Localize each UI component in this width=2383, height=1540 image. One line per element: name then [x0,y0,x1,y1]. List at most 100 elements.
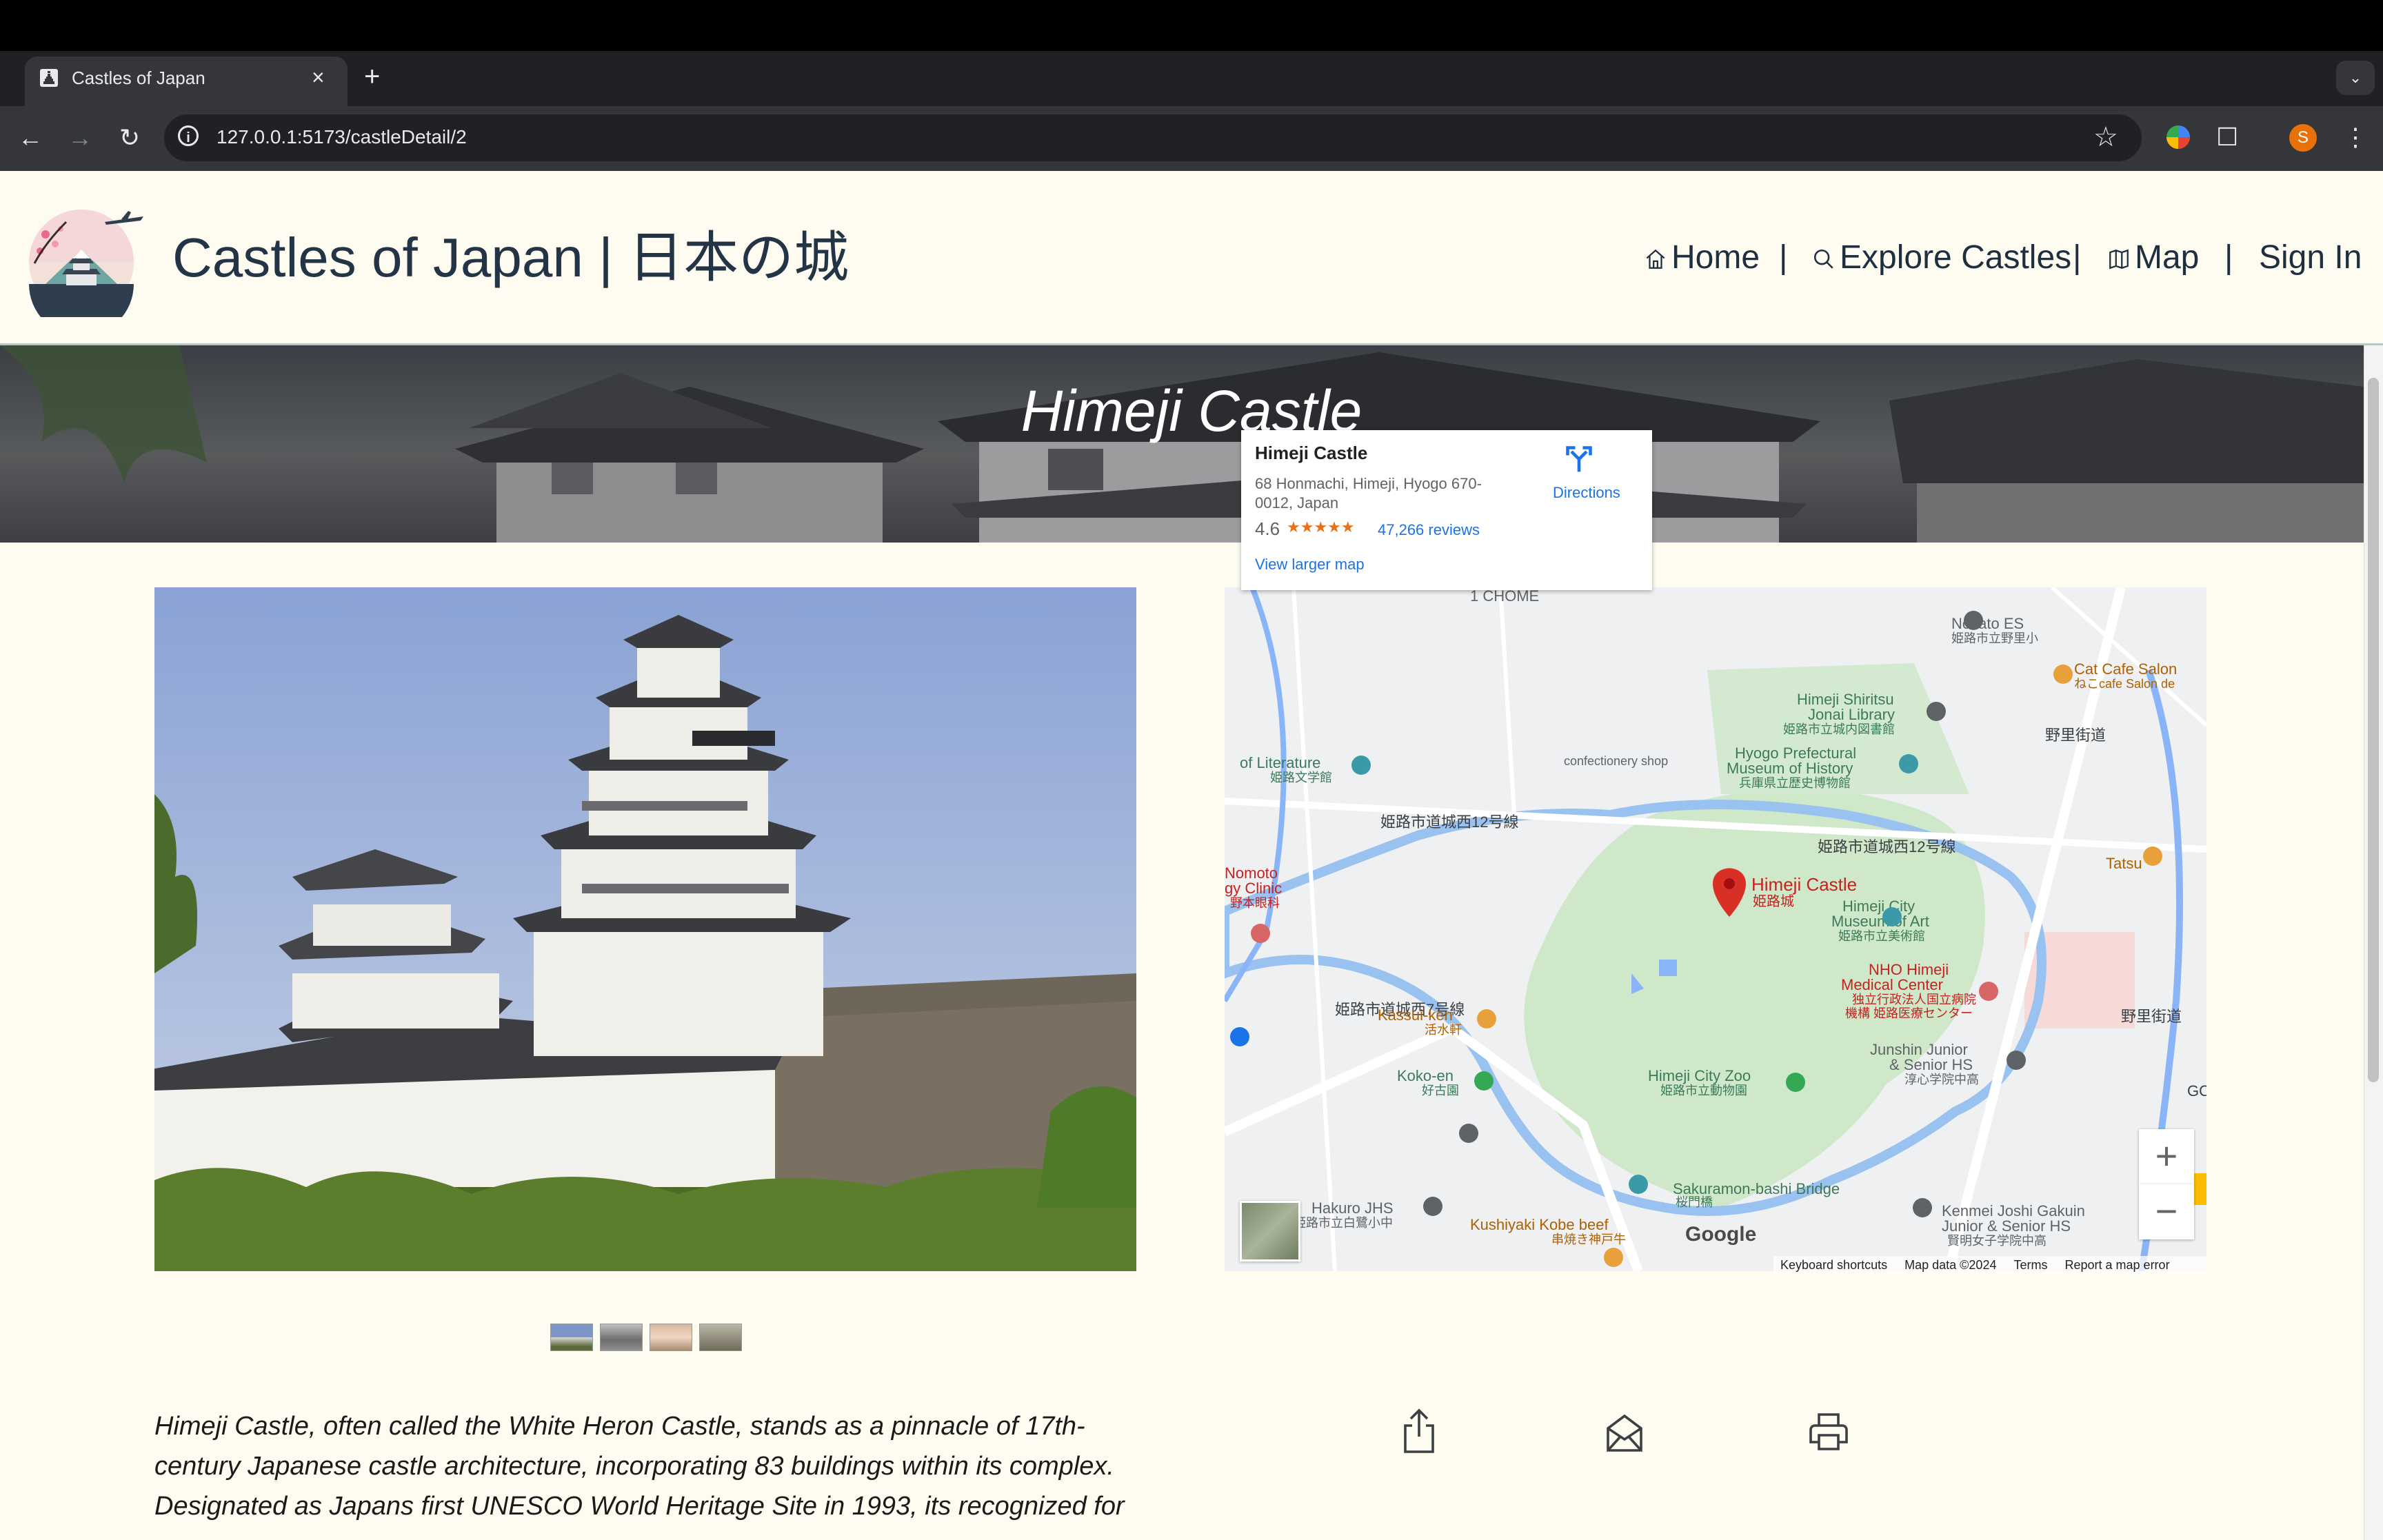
svg-text:Kushiyaki Kobe beef: Kushiyaki Kobe beef [1470,1216,1609,1233]
castle-favicon-icon [40,69,58,87]
svg-text:串焼き神戸牛: 串焼き神戸牛 [1551,1233,1626,1246]
map-footer: Keyboard shortcuts Map data ©2024 Terms … [1773,1256,2206,1274]
thumbnail-1[interactable] [550,1324,593,1351]
map-layer-toggle[interactable] [1240,1201,1300,1262]
nav-home-link[interactable]: Home [1644,237,1760,278]
svg-text:賢明女子学院中高: 賢明女子学院中高 [1947,1234,2047,1248]
extension-icon[interactable] [2166,125,2190,149]
tab-strip [0,51,2383,106]
svg-text:of Literature: of Literature [1240,754,1320,771]
zoom-out-button[interactable]: − [2139,1184,2194,1239]
svg-text:姫路市立城内図書館: 姫路市立城内図書館 [1783,722,1895,736]
browser-menu-icon[interactable]: ⋮ [2343,120,2368,154]
svg-text:Junior & Senior HS: Junior & Senior HS [1942,1217,2071,1235]
svg-text:Jonai Library: Jonai Library [1808,706,1895,723]
svg-text:桜門橋: 桜門橋 [1676,1195,1713,1209]
nav-map-link[interactable]: Map [2107,237,2199,278]
tab-search-chevron-icon[interactable]: ⌄ [2336,61,2375,95]
directions-label[interactable]: Directions [1553,484,1620,502]
svg-text:Cat Cafe Salon: Cat Cafe Salon [2074,660,2177,678]
new-tab-button[interactable]: + [364,61,380,92]
svg-text:姫路市立白鷺小中: 姫路市立白鷺小中 [1294,1216,1393,1230]
nav-sign-in-link[interactable]: Sign In [2259,237,2362,278]
nav-explore-link[interactable]: Explore Castles [1812,237,2071,278]
svg-text:姫路市立美術館: 姫路市立美術館 [1838,929,1925,943]
castle-name-heading: Himeji Castle [1020,378,1363,443]
nav-separator: | [2224,239,2233,276]
directions-icon[interactable] [1564,444,1594,474]
print-icon[interactable] [1808,1406,1849,1456]
back-arrow-icon[interactable]: ← [14,121,47,154]
nav-map-label: Map [2135,239,2200,276]
profile-avatar[interactable]: S [2289,124,2317,152]
site-logo[interactable] [25,201,152,317]
scrollbar-thumb[interactable] [2368,378,2379,1082]
search-icon [1813,250,1833,269]
map-rating-value: 4.6 [1255,518,1280,539]
map-icon [2109,249,2129,270]
svg-text:兵庫県立歴史博物館: 兵庫県立歴史博物館 [1739,776,1851,790]
view-larger-map-link[interactable]: View larger map [1255,556,1365,574]
svg-text:Hakuro JHS: Hakuro JHS [1311,1199,1394,1217]
zoom-in-button[interactable]: + [2139,1129,2194,1184]
svg-text:独立行政法人国立病院: 独立行政法人国立病院 [1852,993,1976,1006]
map-canvas[interactable]: 1 CHOME Nozato ES 姫路市立野里小 Cat Cafe Salon… [1225,587,2206,1271]
map-rating-stars: ★★★★★ [1287,518,1355,536]
email-icon[interactable] [1604,1406,1645,1456]
home-icon [1646,250,1665,270]
nav-explore-label: Explore Castles [1840,239,2072,276]
page-content: Castles of Japan | 日本の城 Home | Explore C… [0,171,2383,1540]
svg-text:Tatsu: Tatsu [2106,855,2142,872]
svg-text:姫路市道城西12号線: 姫路市道城西12号線 [1818,838,1955,855]
map-data-label: Map data ©2024 [1904,1258,1997,1272]
svg-text:姫路城: 姫路城 [1753,893,1794,909]
reload-icon[interactable]: ↻ [113,121,146,154]
svg-text:confectionery shop: confectionery shop [1564,754,1668,768]
svg-text:gy Clinic: gy Clinic [1225,880,1282,897]
svg-text:Museum of History: Museum of History [1727,760,1853,777]
svg-text:野本眼科: 野本眼科 [1230,896,1280,910]
castle-main-photo[interactable] [154,587,1136,1271]
svg-text:Medical Center: Medical Center [1841,976,1943,993]
terms-link[interactable]: Terms [2013,1258,2047,1272]
nav-separator: | [1779,239,1788,276]
site-header: Castles of Japan | 日本の城 Home | Explore C… [0,171,2383,345]
thumbnail-4[interactable] [699,1324,742,1351]
site-title[interactable]: Castles of Japan | 日本の城 [172,223,849,292]
svg-text:Nozato ES: Nozato ES [1951,615,2024,632]
site-info-icon[interactable]: i [178,125,199,146]
nav-separator: | [2073,239,2082,276]
hero-banner: Himeji Castle [0,345,2364,543]
thumbnail-2[interactable] [600,1324,643,1351]
tab-title: Castles of Japan [72,68,205,88]
svg-text:ねこcafe Salon de: ねこcafe Salon de [2074,677,2175,691]
svg-text:姫路市立野里小: 姫路市立野里小 [1951,631,2038,645]
svg-text:姫路市立動物園: 姫路市立動物園 [1660,1084,1747,1097]
svg-text:& Senior HS: & Senior HS [1889,1056,1973,1073]
bookmark-star-icon[interactable]: ☆ [2093,120,2118,154]
map-place-name: Himeji Castle [1255,443,1368,463]
extensions-puzzle-icon[interactable]: ☐ [2216,120,2238,154]
map-reviews-link[interactable]: 47,266 reviews [1378,521,1480,539]
map-place-address: 68 Honmachi, Himeji, Hyogo 670-0012, Jap… [1255,475,1482,511]
castle-description: Himeji Castle, often called the White He… [154,1412,1125,1521]
svg-text:淳心学院中高: 淳心学院中高 [1904,1073,1979,1086]
svg-text:姫路市道城西12号線: 姫路市道城西12号線 [1380,813,1518,831]
share-icon[interactable] [1398,1406,1440,1456]
svg-text:Museum of Art: Museum of Art [1831,913,1929,930]
google-map-embed[interactable]: 1 CHOME Nozato ES 姫路市立野里小 Cat Cafe Salon… [1225,587,2206,1271]
svg-text:野里街道: 野里街道 [2045,727,2106,744]
thumbnail-3[interactable] [650,1324,692,1351]
svg-text:機構 姫路医療センター: 機構 姫路医療センター [1845,1006,1973,1020]
google-logo: Google [1685,1223,1757,1246]
forward-arrow-icon[interactable]: → [63,121,97,154]
url-text[interactable]: 127.0.0.1:5173/castleDetail/2 [217,125,467,149]
svg-text:Koko-en: Koko-en [1397,1067,1454,1084]
report-map-error-link[interactable]: Report a map error [2065,1258,2170,1272]
svg-text:活水軒: 活水軒 [1425,1023,1462,1037]
keyboard-shortcuts-link[interactable]: Keyboard shortcuts [1780,1258,1887,1272]
tab-close-icon[interactable]: × [312,63,325,91]
svg-text:野里街道: 野里街道 [2121,1008,2182,1025]
svg-text:Kassui-ken: Kassui-ken [1378,1006,1453,1024]
svg-text:姫路文学館: 姫路文学館 [1270,771,1332,784]
